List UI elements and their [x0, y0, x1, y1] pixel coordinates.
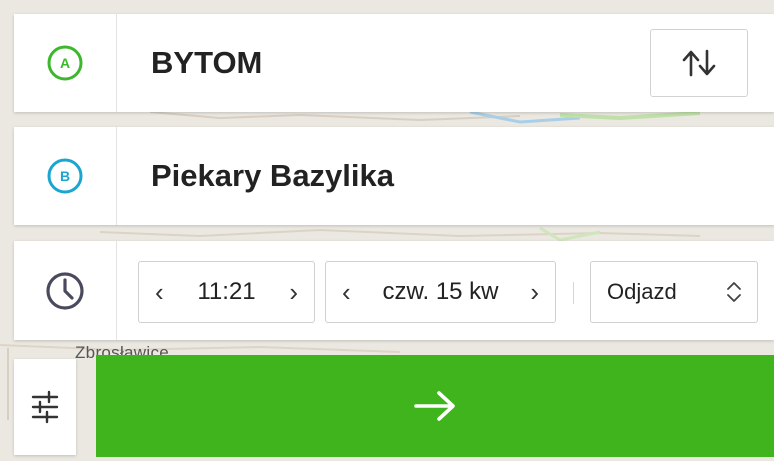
departure-mode-select[interactable]: Odjazd — [590, 261, 758, 323]
chevron-up-down-icon — [727, 282, 741, 302]
date-stepper: ‹ czw. 15 kw › — [325, 261, 556, 323]
origin-row[interactable]: A BYTOM — [14, 14, 774, 112]
time-prev-button[interactable]: ‹ — [155, 277, 164, 308]
datetime-row: ‹ 11:21 › ‹ czw. 15 kw › Odjazd — [14, 241, 774, 340]
destination-icon-cell: B — [14, 127, 117, 225]
origin-input[interactable]: BYTOM — [151, 45, 650, 81]
swap-button[interactable] — [650, 29, 748, 97]
time-separator: : — [222, 278, 229, 305]
date-next-button[interactable]: › — [530, 277, 539, 308]
time-hours: 11 — [197, 278, 223, 305]
date-prev-button[interactable]: ‹ — [342, 277, 351, 308]
time-stepper: ‹ 11:21 › — [138, 261, 315, 323]
swap-vertical-icon — [682, 49, 716, 77]
filter-button[interactable] — [14, 359, 76, 455]
circle-a-icon: A — [47, 45, 83, 81]
arrow-right-icon — [414, 391, 455, 421]
clock-icon-cell — [14, 241, 117, 340]
circle-b-icon: B — [47, 158, 83, 194]
mode-selected-value: Odjazd — [607, 279, 677, 304]
time-value[interactable]: 11:21 — [197, 278, 255, 306]
destination-input[interactable]: Piekary Bazylika — [151, 158, 774, 194]
date-value[interactable]: czw. 15 kw — [382, 278, 498, 306]
origin-badge: A — [60, 55, 70, 71]
time-minutes: 21 — [228, 278, 256, 305]
origin-icon-cell: A — [14, 14, 117, 112]
sliders-icon — [31, 390, 59, 424]
destination-row[interactable]: B Piekary Bazylika — [14, 127, 774, 225]
time-next-button[interactable]: › — [289, 277, 298, 308]
search-connection-button[interactable] — [96, 355, 774, 457]
divider — [573, 282, 574, 304]
clock-icon — [46, 271, 84, 310]
destination-badge: B — [60, 168, 70, 184]
